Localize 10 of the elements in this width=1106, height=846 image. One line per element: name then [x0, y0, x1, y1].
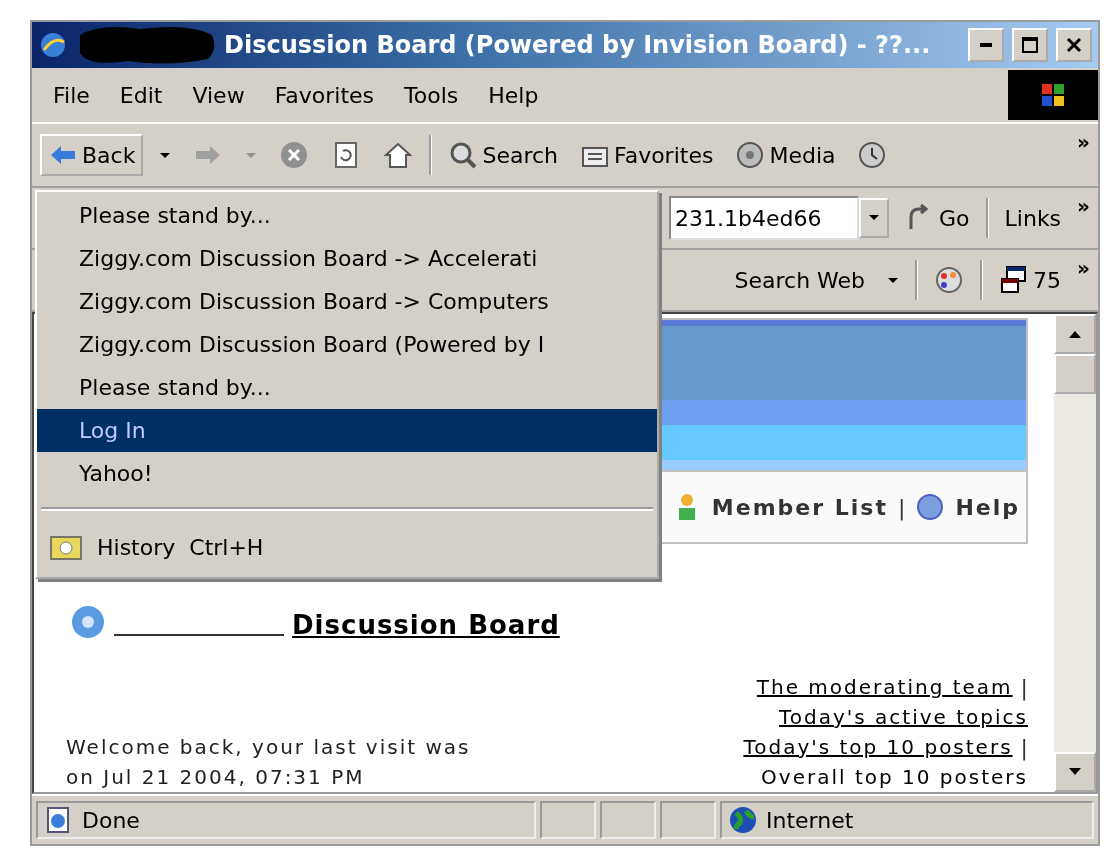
welcome-text: Welcome back, your last visit was on Jul 21 2004, 07:31 PM [66, 734, 471, 791]
status-text: Done [82, 807, 140, 833]
separator-text: | [1020, 734, 1028, 760]
menu-item-label: History [97, 534, 176, 560]
stats-label: Overall top 10 posters [761, 765, 1028, 789]
window-title: Discussion Board (Powered by Invision Board) - ??... [224, 31, 932, 59]
separator-text: | [1020, 674, 1028, 700]
shortcut-text: Ctrl+H [189, 534, 264, 560]
zone-text: Internet [766, 807, 854, 833]
separator-text: | [897, 494, 906, 520]
